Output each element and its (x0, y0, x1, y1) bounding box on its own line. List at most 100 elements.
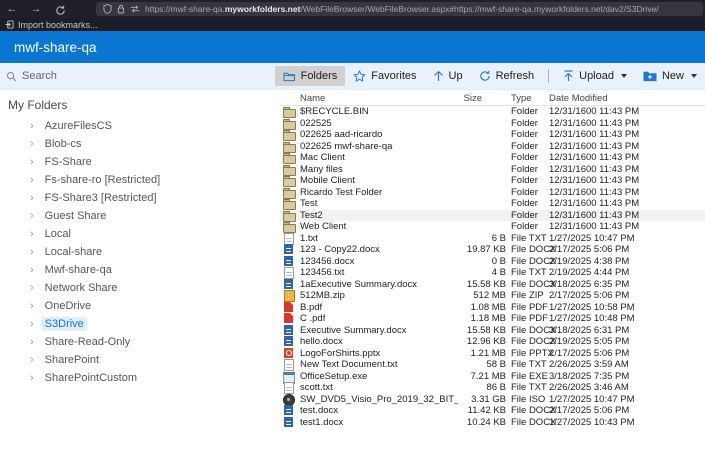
table-row[interactable]: OfficeSetup.exe 7.21 MB File EXE 3/18/20… (280, 371, 705, 383)
sidebar-folder-item[interactable]: › Share-Read-Only (0, 333, 280, 351)
table-row[interactable]: test.docx 11.42 KB File DOCX 2/17/2025 5… (280, 405, 705, 417)
chevron-right-icon[interactable]: › (30, 337, 34, 348)
table-row[interactable]: 022625 mwf-share-qa Folder 12/31/1600 11… (280, 141, 705, 153)
chevron-right-icon[interactable]: › (30, 247, 34, 258)
sidebar-folder-item[interactable]: › Fs-share-ro [Restricted] (0, 171, 280, 189)
table-row[interactable]: Test Folder 12/31/1600 11:43 PM (280, 198, 705, 210)
column-header-size[interactable]: Size (458, 93, 506, 104)
column-header-name[interactable]: Name (300, 93, 458, 104)
reload-button[interactable] (48, 2, 72, 16)
table-row[interactable]: Mac Client Folder 12/31/1600 11:43 PM (280, 152, 705, 164)
table-row[interactable]: SW_DVD5_Visio_Pro_2019_32_BIT_X64_Englis… (280, 394, 705, 406)
table-row[interactable]: Mobile Client Folder 12/31/1600 11:43 PM (280, 175, 705, 187)
sidebar-folder-item[interactable]: › AzureFilesCS (0, 117, 280, 135)
file-list-panel: Name Size Type Date Modified $RECYCLE.BI… (280, 90, 705, 462)
chevron-right-icon[interactable]: › (30, 175, 34, 186)
file-name: LogoForShirts.pptx (300, 348, 458, 359)
swap-arrows-icon[interactable] (130, 5, 140, 13)
sidebar-folder-item[interactable]: › Mwf-share-qa (0, 261, 280, 279)
table-row[interactable]: hello.docx 12.96 KB File DOCX 2/19/2025 … (280, 336, 705, 348)
chevron-right-icon[interactable]: › (30, 283, 34, 294)
lock-icon[interactable] (117, 4, 125, 14)
url-bar[interactable]: https://mwf-share-qa.myworkfolders.net/W… (96, 2, 703, 16)
chevron-right-icon[interactable]: › (30, 355, 34, 366)
upload-button[interactable]: Upload (555, 66, 635, 86)
toolbar-buttons: Folders Favorites Up Refresh (275, 63, 705, 89)
file-date-modified: 12/31/1600 11:43 PM (547, 187, 705, 198)
table-row[interactable]: test1.docx 10.24 KB File DOCX 1/27/2025 … (280, 417, 705, 429)
table-row[interactable]: Web Client Folder 12/31/1600 11:43 PM (280, 221, 705, 233)
table-row[interactable]: 1aExecutive Summary.docx 15.58 KB File D… (280, 279, 705, 291)
file-date-modified: 12/31/1600 11:43 PM (547, 198, 705, 209)
chevron-right-icon[interactable]: › (30, 121, 34, 132)
sidebar-item-label: S3Drive (42, 317, 87, 331)
import-bookmarks-button[interactable]: Import bookmarks... (18, 20, 98, 30)
new-button[interactable]: New (635, 66, 705, 86)
table-row[interactable]: 022625 aad-ricardo Folder 12/31/1600 11:… (280, 129, 705, 141)
column-header-date[interactable]: Date Modified (547, 93, 705, 104)
table-row[interactable]: scott.txt 86 B File TXT 2/26/2025 3:46 A… (280, 382, 705, 394)
forward-button[interactable]: → (24, 0, 48, 18)
sidebar-folder-item[interactable]: › FS-Share (0, 153, 280, 171)
favorites-button[interactable]: Favorites (345, 66, 424, 86)
table-row[interactable]: 022525 Folder 12/31/1600 11:43 PM (280, 118, 705, 130)
sidebar-folder-item[interactable]: › FS-Share3 [Restricted] (0, 189, 280, 207)
sidebar-folder-item[interactable]: › Local-share (0, 243, 280, 261)
table-row[interactable]: Many files Folder 12/31/1600 11:43 PM (280, 164, 705, 176)
chevron-right-icon[interactable]: › (30, 139, 34, 150)
chevron-right-icon[interactable]: › (30, 301, 34, 312)
chevron-right-icon[interactable]: › (30, 229, 34, 240)
refresh-button[interactable]: Refresh (471, 66, 543, 86)
folders-button[interactable]: Folders (275, 66, 346, 86)
file-name: Ricardo Test Folder (300, 187, 458, 198)
table-row[interactable]: B.pdf 1.08 MB File PDF 1/27/2025 10:58 P… (280, 302, 705, 314)
sidebar-folder-item[interactable]: › Network Share (0, 279, 280, 297)
sidebar-folder-item[interactable]: › Blob-cs (0, 135, 280, 153)
file-size: 3.31 GB (458, 394, 506, 405)
table-row[interactable]: 1.txt 6 B File TXT 1/27/2025 10:47 PM (280, 233, 705, 245)
content: My Folders › AzureFilesCS › Blob-cs › FS… (0, 90, 705, 462)
chevron-right-icon[interactable]: › (30, 157, 34, 168)
table-row[interactable]: 123456.txt 4 B File TXT 2/19/2025 4:44 P… (280, 267, 705, 279)
sidebar-folder-item[interactable]: › SharePoint (0, 351, 280, 369)
table-row[interactable]: C .pdf 1.18 MB File PDF 1/27/2025 10:48 … (280, 313, 705, 325)
table-row[interactable]: 123 - Copy22.docx 19.87 KB File DOCX 2/1… (280, 244, 705, 256)
file-type: File ISO (506, 394, 547, 405)
sidebar-folder-item[interactable]: › Local (0, 225, 280, 243)
sidebar-folder-item[interactable]: › SharePointCustom (0, 369, 280, 387)
chevron-right-icon[interactable]: › (30, 319, 34, 330)
sidebar-item-label: Fs-share-ro [Restricted] (42, 173, 164, 187)
sidebar-item-label: Local-share (42, 245, 105, 259)
file-type: File PDF (506, 302, 547, 313)
file-date-modified: 12/31/1600 11:43 PM (547, 152, 705, 163)
file-type-icon (283, 187, 294, 198)
file-size: 58 B (458, 359, 506, 370)
up-button[interactable]: Up (425, 66, 471, 86)
file-date-modified: 12/31/1600 11:43 PM (547, 118, 705, 129)
table-row[interactable]: 512MB.zip 512 MB File ZIP 2/17/2025 5:06… (280, 290, 705, 302)
chevron-right-icon[interactable]: › (30, 265, 34, 276)
search-box[interactable]: Search (0, 63, 275, 89)
favorites-label: Favorites (371, 70, 416, 82)
chevron-right-icon[interactable]: › (30, 373, 34, 384)
table-row[interactable]: Ricardo Test Folder Folder 12/31/1600 11… (280, 187, 705, 199)
sidebar-folder-item[interactable]: › OneDrive (0, 297, 280, 315)
table-row[interactable]: Executive Summary.docx 15.58 KB File DOC… (280, 325, 705, 337)
table-row[interactable]: New Text Document.txt 58 B File TXT 2/26… (280, 359, 705, 371)
sidebar-folder-item[interactable]: › Guest Share (0, 207, 280, 225)
chevron-right-icon[interactable]: › (30, 193, 34, 204)
chevron-right-icon[interactable]: › (30, 211, 34, 222)
back-button[interactable]: ← (0, 0, 24, 18)
table-row[interactable]: $RECYCLE.BIN Folder 12/31/1600 11:43 PM (280, 106, 705, 118)
file-type: Folder (506, 221, 547, 232)
file-type-icon (283, 302, 294, 313)
table-row[interactable]: 123456.docx 0 B File DOCX 2/19/2025 4:38… (280, 256, 705, 268)
table-row[interactable]: Test2 Folder 12/31/1600 11:43 PM (280, 210, 705, 222)
file-type-icon (283, 371, 294, 382)
file-type: File TXT (506, 359, 547, 370)
column-header-type[interactable]: Type (506, 93, 547, 104)
sidebar-folder-item[interactable]: › S3Drive (0, 315, 280, 333)
file-name: Many files (300, 164, 458, 175)
table-row[interactable]: LogoForShirts.pptx 1.21 MB File PPTX 2/1… (280, 348, 705, 360)
file-type-icon (283, 325, 294, 336)
